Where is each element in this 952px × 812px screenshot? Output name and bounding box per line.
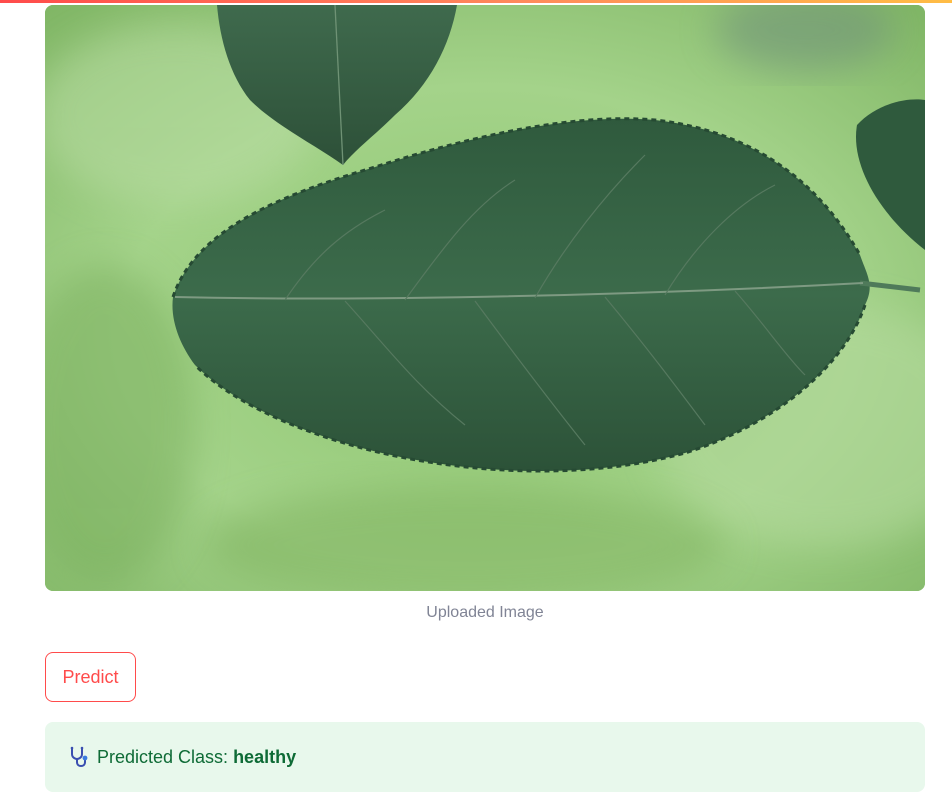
uploaded-image: [45, 5, 925, 591]
stethoscope-icon: [67, 745, 91, 769]
prediction-label: Predicted Class:: [97, 746, 229, 767]
leaf-image: [45, 5, 925, 591]
predict-button[interactable]: Predict: [45, 652, 136, 702]
image-caption: Uploaded Image: [426, 604, 544, 621]
prediction-result-alert: Predicted Class: healthy: [45, 722, 925, 792]
prediction-value: healthy: [233, 746, 297, 767]
top-decoration-bar: [0, 0, 952, 3]
